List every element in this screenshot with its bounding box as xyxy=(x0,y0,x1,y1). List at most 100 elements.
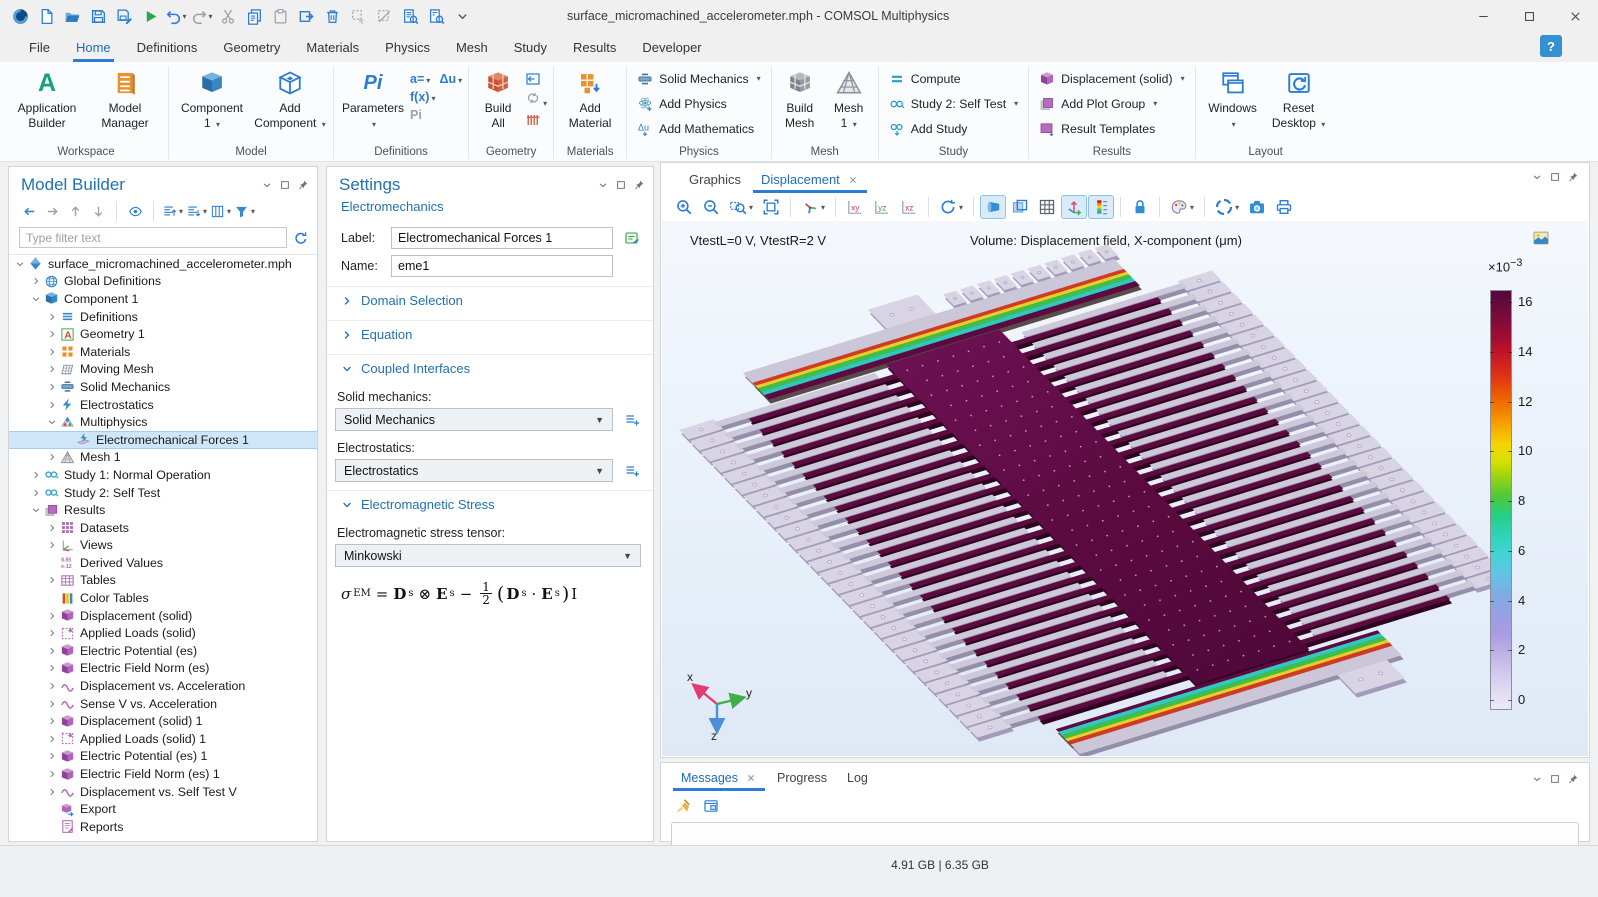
move-down-button[interactable] xyxy=(88,201,108,221)
menu-tab-home[interactable]: Home xyxy=(63,35,124,60)
tree-item-global-definitions[interactable]: Global Definitions xyxy=(9,273,317,291)
copy-button[interactable] xyxy=(242,4,266,28)
rename-button[interactable] xyxy=(621,227,643,249)
tree-item-materials[interactable]: Materials xyxy=(9,343,317,361)
minimize-button[interactable] xyxy=(1460,0,1506,32)
insert-sequence-icon[interactable] xyxy=(525,71,541,87)
tree-item-study-1-normal-operation[interactable]: Study 1: Normal Operation xyxy=(9,466,317,484)
tab-close-icon[interactable] xyxy=(847,174,859,186)
twisty-closed-icon[interactable] xyxy=(45,627,59,639)
geometry-parts-icon[interactable] xyxy=(525,112,541,128)
twisty-closed-icon[interactable] xyxy=(45,346,59,358)
tab-messages[interactable]: Messages xyxy=(671,765,767,791)
twisty-open-icon[interactable] xyxy=(29,504,43,516)
twisty-closed-icon[interactable] xyxy=(29,487,43,499)
grid-button[interactable] xyxy=(1034,195,1060,219)
windows-button[interactable]: Windows▾ xyxy=(1202,66,1264,132)
tree-item-multiphysics[interactable]: Multiphysics xyxy=(9,413,317,431)
menu-tab-mesh[interactable]: Mesh xyxy=(443,35,501,60)
panel-pin-icon[interactable] xyxy=(1567,171,1579,183)
twisty-closed-icon[interactable] xyxy=(45,750,59,762)
comsol-logo-button[interactable] xyxy=(8,4,32,28)
twisty-closed-icon[interactable] xyxy=(45,698,59,710)
twisty-closed-icon[interactable] xyxy=(45,363,59,375)
name-field[interactable] xyxy=(391,255,613,277)
study-2-button[interactable]: Study 2: Self Test▾ xyxy=(885,91,1022,116)
reset-desktop-button[interactable]: ResetDesktop ▾ xyxy=(1268,66,1330,132)
panel-float-icon[interactable] xyxy=(615,179,627,191)
update-sol-button[interactable]: ▾ xyxy=(1211,195,1243,219)
panel-pin-icon[interactable] xyxy=(297,179,309,191)
tree-item-displacement-solid-1[interactable]: Displacement (solid) 1 xyxy=(9,712,317,730)
functions-button[interactable]: f(x)▾ xyxy=(410,89,435,104)
expand-node-button[interactable]: ▾ xyxy=(162,201,183,221)
section-domain-selection[interactable]: Domain Selection xyxy=(327,286,653,314)
menu-tab-materials[interactable]: Materials xyxy=(293,35,372,60)
camera-button[interactable] xyxy=(1244,195,1270,219)
application-builder-button[interactable]: A ApplicationBuilder xyxy=(10,66,84,130)
component-1-button[interactable]: Component1 ▾ xyxy=(175,66,249,132)
result-templates-button[interactable]: Result Templates xyxy=(1035,116,1159,141)
add-interface-button[interactable] xyxy=(621,460,643,482)
twisty-closed-icon[interactable] xyxy=(29,469,43,481)
tree-item-sense-v-vs-acceleration[interactable]: Sense V vs. Acceleration xyxy=(9,695,317,713)
palette-button[interactable]: ▾ xyxy=(1166,195,1198,219)
new-file-button[interactable] xyxy=(34,4,58,28)
twisty-open-icon[interactable] xyxy=(45,416,59,428)
tree-item-electromechanical-forces-1[interactable]: Electromechanical Forces 1 xyxy=(9,431,317,449)
menu-tab-study[interactable]: Study xyxy=(501,35,560,60)
show-eye-button[interactable] xyxy=(125,201,145,221)
twisty-closed-icon[interactable] xyxy=(45,662,59,674)
tree-item-displacement-vs-acceleration[interactable]: Displacement vs. Acceleration xyxy=(9,677,317,695)
twisty-closed-icon[interactable] xyxy=(45,451,59,463)
twisty-closed-icon[interactable] xyxy=(45,539,59,551)
tree-item-derived-values[interactable]: 8.85e-12Derived Values xyxy=(9,554,317,572)
geometry-loop-button[interactable]: ▾ xyxy=(525,90,547,109)
color-legend-button[interactable] xyxy=(1088,195,1114,219)
tab-progress[interactable]: Progress xyxy=(767,765,837,791)
collapse-node-button[interactable]: ▾ xyxy=(186,201,207,221)
tree-item-electric-potential-es-1[interactable]: Electric Potential (es) 1 xyxy=(9,748,317,766)
view-xz-button[interactable]: xz xyxy=(896,195,922,219)
axis-orient-button[interactable] xyxy=(1061,195,1087,219)
chevron-down-button[interactable] xyxy=(450,4,474,28)
displacement-solid-button[interactable]: Displacement (solid)▾ xyxy=(1035,66,1188,91)
model-manager-button[interactable]: ModelManager xyxy=(88,66,162,130)
tree-item-results[interactable]: Results xyxy=(9,501,317,519)
menu-tab-geometry[interactable]: Geometry xyxy=(210,35,293,60)
build-all-button[interactable]: BuildAll xyxy=(475,66,521,130)
find-button[interactable] xyxy=(398,4,422,28)
twisty-closed-icon[interactable] xyxy=(45,786,59,798)
stress-tensor-select[interactable]: Minkowski▼ xyxy=(335,544,641,567)
twisty-closed-icon[interactable] xyxy=(45,610,59,622)
tree-item-electric-field-norm-es[interactable]: Electric Field Norm (es) xyxy=(9,660,317,678)
add-physics-button[interactable]: Add Physics xyxy=(633,91,731,116)
panel-pin-icon[interactable] xyxy=(1567,773,1579,785)
parameters-button[interactable]: Pi Parameters▾ xyxy=(340,66,406,132)
tree-item-applied-loads-solid-1[interactable]: Applied Loads (solid) 1 xyxy=(9,730,317,748)
menu-tab-file[interactable]: File xyxy=(16,35,63,60)
twisty-closed-icon[interactable] xyxy=(45,522,59,534)
menu-tab-developer[interactable]: Developer xyxy=(629,35,714,60)
save-as-button[interactable] xyxy=(112,4,136,28)
tree-item-applied-loads-solid[interactable]: Applied Loads (solid) xyxy=(9,624,317,642)
twisty-closed-icon[interactable] xyxy=(45,680,59,692)
menu-tab-physics[interactable]: Physics xyxy=(372,35,443,60)
panel-pin-icon[interactable] xyxy=(633,179,645,191)
scene-light-button[interactable] xyxy=(980,195,1006,219)
rotate-button[interactable]: ▾ xyxy=(935,195,967,219)
tree-item-displacement-solid[interactable]: Displacement (solid) xyxy=(9,607,317,625)
redo-button[interactable]: ▾ xyxy=(190,4,214,28)
duplicate-button[interactable] xyxy=(294,4,318,28)
build-mesh-button[interactable]: BuildMesh xyxy=(778,66,822,130)
msg-window-button[interactable] xyxy=(701,796,721,816)
clear-broom-button[interactable] xyxy=(673,796,693,816)
add-interface-button[interactable] xyxy=(621,409,643,431)
twisty-open-icon[interactable] xyxy=(13,258,27,270)
select-box-button[interactable] xyxy=(346,4,370,28)
tree-item-electrostatics[interactable]: Electrostatics xyxy=(9,396,317,414)
panel-menu-icon[interactable] xyxy=(261,179,273,191)
twisty-closed-icon[interactable] xyxy=(45,715,59,727)
add-study-button[interactable]: Add Study xyxy=(885,116,972,141)
help-button[interactable]: ? xyxy=(1540,35,1562,57)
